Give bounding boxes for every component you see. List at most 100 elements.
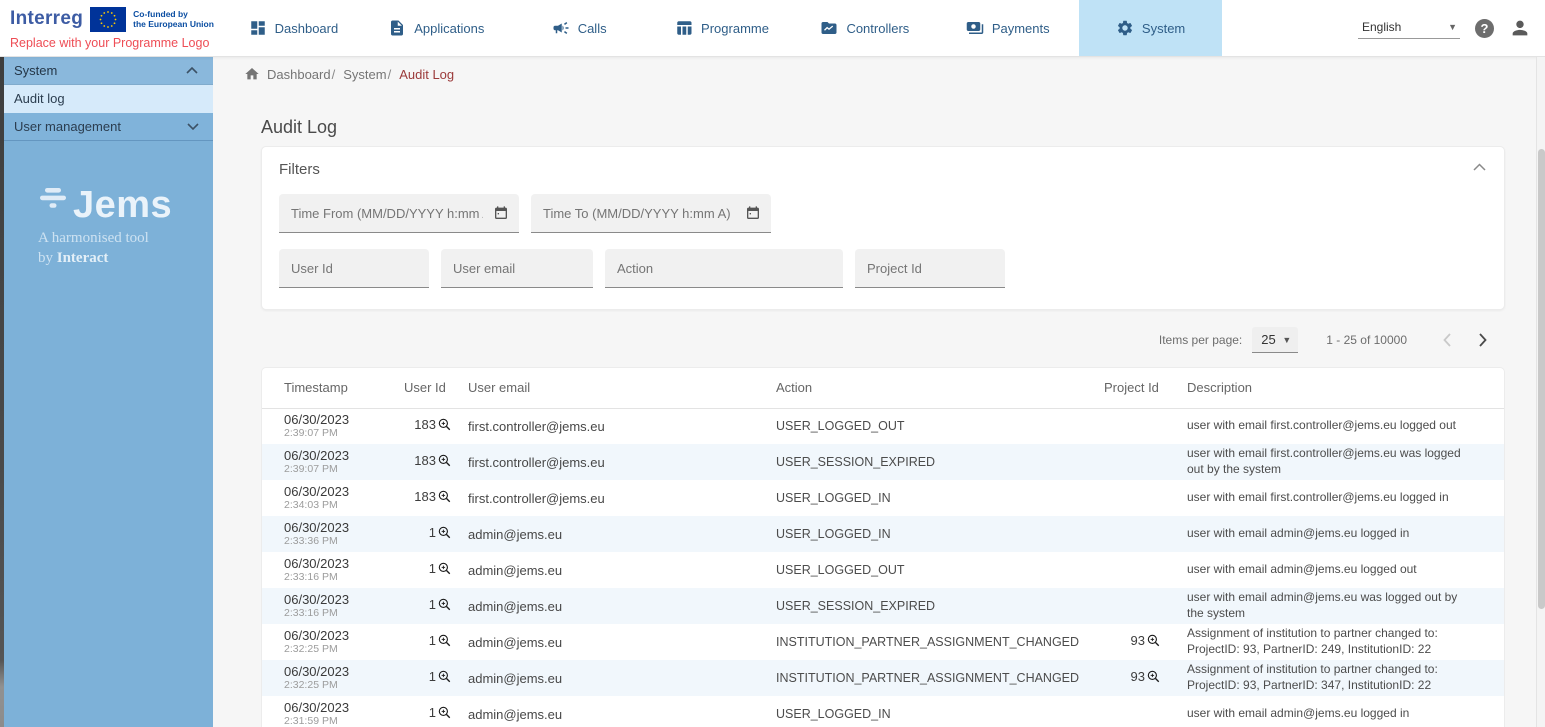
chevron-down-icon bbox=[187, 123, 199, 130]
column-header-user-id: User Id bbox=[404, 368, 468, 408]
column-header-description: Description bbox=[1187, 368, 1504, 408]
user-id-zoom-icon[interactable] bbox=[437, 597, 452, 615]
collapse-filters-icon[interactable] bbox=[1473, 163, 1486, 171]
programme-logo-block: Interreg Co-funded by the European Union… bbox=[0, 0, 222, 56]
page-scrollbar-thumb[interactable] bbox=[1538, 149, 1545, 609]
action-value: USER_SESSION_EXPIRED bbox=[776, 588, 1104, 624]
help-icon[interactable]: ? bbox=[1475, 19, 1494, 38]
table-row: 06/30/2023 2:31:59 PM 1 admin@jems.eu US… bbox=[262, 696, 1504, 727]
action-value: USER_LOGGED_OUT bbox=[776, 552, 1104, 588]
action-input[interactable] bbox=[605, 249, 843, 287]
top-header: Interreg Co-funded by the European Union… bbox=[0, 0, 1545, 57]
user-id-zoom-icon[interactable] bbox=[437, 525, 452, 543]
description: user with email admin@jems.eu logged out bbox=[1187, 552, 1504, 588]
timestamp-date: 06/30/2023 bbox=[284, 557, 404, 571]
user-email: admin@jems.eu bbox=[468, 624, 776, 660]
action-value: INSTITUTION_PARTNER_ASSIGNMENT_CHANGED bbox=[776, 624, 1104, 660]
chevron-down-icon: ▼ bbox=[1448, 22, 1457, 32]
description: user with email first.controller@jems.eu… bbox=[1187, 444, 1504, 480]
timestamp-date: 06/30/2023 bbox=[284, 701, 404, 715]
user-id-value: 1 bbox=[429, 525, 436, 540]
user-id-zoom-icon[interactable] bbox=[437, 489, 452, 507]
action-value: USER_LOGGED_OUT bbox=[776, 408, 1104, 444]
previous-page-button[interactable] bbox=[1439, 331, 1457, 349]
table-row: 06/30/2023 2:32:25 PM 1 admin@jems.eu IN… bbox=[262, 660, 1504, 696]
user-id-zoom-icon[interactable] bbox=[437, 633, 452, 651]
nav-item-programme[interactable]: Programme bbox=[651, 0, 794, 56]
description: Assignment of institution to partner cha… bbox=[1187, 660, 1504, 696]
time-from-input[interactable] bbox=[279, 194, 519, 232]
table-row: 06/30/2023 2:32:25 PM 1 admin@jems.eu IN… bbox=[262, 624, 1504, 660]
sidebar-item-user-management[interactable]: User management bbox=[0, 113, 213, 141]
programme-icon bbox=[675, 19, 693, 37]
replace-logo-text: Replace with your Programme Logo bbox=[10, 36, 222, 50]
action-value: USER_LOGGED_IN bbox=[776, 480, 1104, 516]
user-id-zoom-icon[interactable] bbox=[437, 669, 452, 687]
breadcrumb: DashboardSystemAudit Log bbox=[213, 57, 1536, 91]
timestamp-date: 06/30/2023 bbox=[284, 413, 404, 427]
user-email: first.controller@jems.eu bbox=[468, 408, 776, 444]
description: user with email admin@jems.eu logged in bbox=[1187, 516, 1504, 552]
sidebar-section-system[interactable]: System bbox=[0, 57, 213, 85]
timestamp-date: 06/30/2023 bbox=[284, 521, 404, 535]
timestamp-date: 06/30/2023 bbox=[284, 629, 404, 643]
items-per-page-select[interactable]: 25 ▼ bbox=[1252, 327, 1298, 353]
timestamp-time: 2:33:16 PM bbox=[284, 607, 404, 620]
user-id-value: 1 bbox=[429, 633, 436, 648]
jems-logo-icon bbox=[38, 187, 68, 221]
timestamp-time: 2:32:25 PM bbox=[284, 679, 404, 692]
timestamp-date: 06/30/2023 bbox=[284, 665, 404, 679]
time-to-input[interactable] bbox=[531, 194, 771, 232]
nav-item-payments[interactable]: Payments bbox=[936, 0, 1079, 56]
column-header-timestamp: Timestamp bbox=[262, 368, 404, 408]
breadcrumb-current: Audit Log bbox=[387, 67, 455, 82]
calendar-icon[interactable] bbox=[493, 205, 509, 221]
table-row: 06/30/2023 2:34:03 PM 183 first.controll… bbox=[262, 480, 1504, 516]
user-id-value: 1 bbox=[429, 705, 436, 720]
description: user with email first.controller@jems.eu… bbox=[1187, 408, 1504, 444]
items-per-page-value: 25 bbox=[1261, 332, 1275, 347]
project-id-zoom-icon[interactable] bbox=[1146, 633, 1161, 651]
user-email-input[interactable] bbox=[441, 249, 593, 287]
timestamp-date: 06/30/2023 bbox=[284, 449, 404, 463]
user-email: admin@jems.eu bbox=[468, 516, 776, 552]
user-id-value: 183 bbox=[414, 417, 436, 432]
language-value: English bbox=[1362, 20, 1401, 34]
description: user with email first.controller@jems.eu… bbox=[1187, 480, 1504, 516]
controllers-icon bbox=[820, 19, 838, 37]
user-email: admin@jems.eu bbox=[468, 696, 776, 727]
user-id-input[interactable] bbox=[279, 249, 429, 287]
timestamp-time: 2:31:59 PM bbox=[284, 715, 404, 727]
user-id-zoom-icon[interactable] bbox=[437, 453, 452, 471]
breadcrumb-system[interactable]: System bbox=[331, 67, 387, 82]
nav-item-applications[interactable]: Applications bbox=[365, 0, 508, 56]
account-icon[interactable] bbox=[1509, 17, 1531, 39]
table-row: 06/30/2023 2:33:36 PM 1 admin@jems.eu US… bbox=[262, 516, 1504, 552]
table-row: 06/30/2023 2:33:16 PM 1 admin@jems.eu US… bbox=[262, 552, 1504, 588]
jems-wordmark: Jems bbox=[73, 189, 172, 221]
user-id-zoom-icon[interactable] bbox=[437, 417, 452, 435]
user-id-value: 183 bbox=[414, 489, 436, 504]
nav-item-dashboard[interactable]: Dashboard bbox=[222, 0, 365, 56]
timestamp-time: 2:33:36 PM bbox=[284, 535, 404, 548]
home-icon[interactable] bbox=[244, 66, 260, 82]
user-email: admin@jems.eu bbox=[468, 660, 776, 696]
action-value: INSTITUTION_PARTNER_ASSIGNMENT_CHANGED bbox=[776, 660, 1104, 696]
sidebar-scrollbar[interactable] bbox=[0, 57, 4, 727]
sidebar-item-audit-log[interactable]: Audit log bbox=[0, 85, 213, 113]
paginator: Items per page: 25 ▼ 1 - 25 of 10000 bbox=[213, 325, 1491, 355]
nav-item-controllers[interactable]: Controllers bbox=[793, 0, 936, 56]
project-id-input[interactable] bbox=[855, 249, 1005, 287]
user-id-zoom-icon[interactable] bbox=[437, 561, 452, 579]
user-id-zoom-icon[interactable] bbox=[437, 705, 452, 723]
breadcrumb-dashboard[interactable]: Dashboard bbox=[267, 67, 331, 82]
nav-item-system[interactable]: System bbox=[1079, 0, 1222, 56]
project-id-zoom-icon[interactable] bbox=[1146, 669, 1161, 687]
language-select[interactable]: English ▼ bbox=[1358, 17, 1460, 39]
calendar-icon[interactable] bbox=[745, 205, 761, 221]
page-scrollbar[interactable] bbox=[1536, 57, 1545, 727]
user-email: admin@jems.eu bbox=[468, 552, 776, 588]
next-page-button[interactable] bbox=[1473, 331, 1491, 349]
nav-item-calls[interactable]: Calls bbox=[508, 0, 651, 56]
user-email: first.controller@jems.eu bbox=[468, 444, 776, 480]
